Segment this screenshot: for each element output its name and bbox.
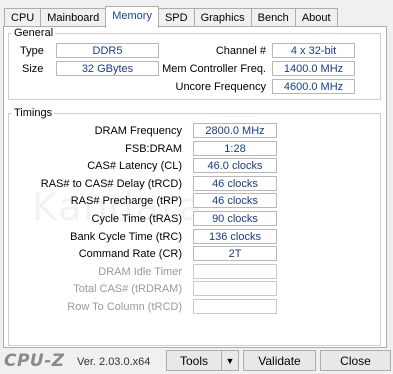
type-label: Type: [20, 45, 44, 57]
timing-label: RAS# to CAS# Delay (tRCD): [40, 178, 182, 190]
size-label: Size: [22, 63, 44, 75]
tools-dropdown-button[interactable]: ▼: [221, 350, 239, 371]
timing-value: 46 clocks: [193, 193, 277, 208]
general-title: General: [12, 27, 56, 39]
timing-value: 1:28: [193, 141, 277, 156]
timing-label: Total CAS# (tRDRAM): [73, 283, 182, 295]
tab-mainboard[interactable]: Mainboard: [40, 8, 107, 28]
timing-label: DRAM Frequency: [94, 125, 182, 137]
tab-about[interactable]: About: [294, 8, 338, 28]
timing-value: 2800.0 MHz: [193, 123, 277, 138]
timing-value: [193, 281, 277, 296]
timing-value: [193, 299, 277, 314]
timing-label: CAS# Latency (CL): [87, 160, 182, 172]
timing-value: 136 clocks: [193, 229, 277, 244]
footer-bar: CPU-Z Ver. 2.03.0.x64 Tools ▼ Validate C…: [0, 347, 393, 374]
timing-value: [193, 264, 277, 279]
timing-label: Bank Cycle Time (tRC): [70, 231, 182, 243]
timing-value: 46 clocks: [193, 176, 277, 191]
timings-title: Timings: [12, 107, 55, 119]
timing-label: Row To Column (tRCD): [67, 301, 182, 313]
timing-label: FSB:DRAM: [125, 143, 182, 155]
tab-bar: CPU Mainboard Memory SPD Graphics Bench …: [4, 6, 338, 28]
tab-memory[interactable]: Memory: [105, 6, 159, 28]
validate-button[interactable]: Validate: [243, 350, 316, 371]
close-button[interactable]: Close: [320, 350, 391, 371]
uncore-frequency-value: 4600.0 MHz: [272, 79, 355, 94]
type-value: DDR5: [56, 43, 159, 58]
timing-value: 46.0 clocks: [193, 158, 277, 173]
uncore-frequency-label: Uncore Frequency: [175, 81, 267, 93]
tab-spd[interactable]: SPD: [157, 8, 195, 28]
tools-button[interactable]: Tools: [166, 350, 222, 371]
cpu-z-logo: CPU-Z: [4, 351, 65, 371]
tab-graphics[interactable]: Graphics: [193, 8, 252, 28]
mem-controller-freq-label: Mem Controller Freq.: [162, 63, 266, 75]
tab-cpu[interactable]: CPU: [4, 8, 42, 28]
memory-panel: Kandara General Type DDR5 Size 32 GBytes…: [3, 26, 387, 348]
tab-bench[interactable]: Bench: [250, 8, 296, 28]
channel-label: Channel #: [215, 45, 266, 57]
mem-controller-freq-value: 1400.0 MHz: [272, 61, 355, 76]
caret-down-icon: ▼: [225, 356, 235, 366]
version-label: Ver. 2.03.0.x64: [77, 356, 151, 368]
timing-label: Cycle Time (tRAS): [91, 213, 182, 225]
timing-label: RAS# Precharge (tRP): [70, 195, 182, 207]
timing-label: DRAM Idle Timer: [98, 266, 182, 278]
timing-value: 90 clocks: [193, 211, 277, 226]
timing-label: Command Rate (CR): [78, 248, 182, 260]
channel-value: 4 x 32-bit: [272, 43, 355, 58]
timing-value: 2T: [193, 246, 277, 261]
